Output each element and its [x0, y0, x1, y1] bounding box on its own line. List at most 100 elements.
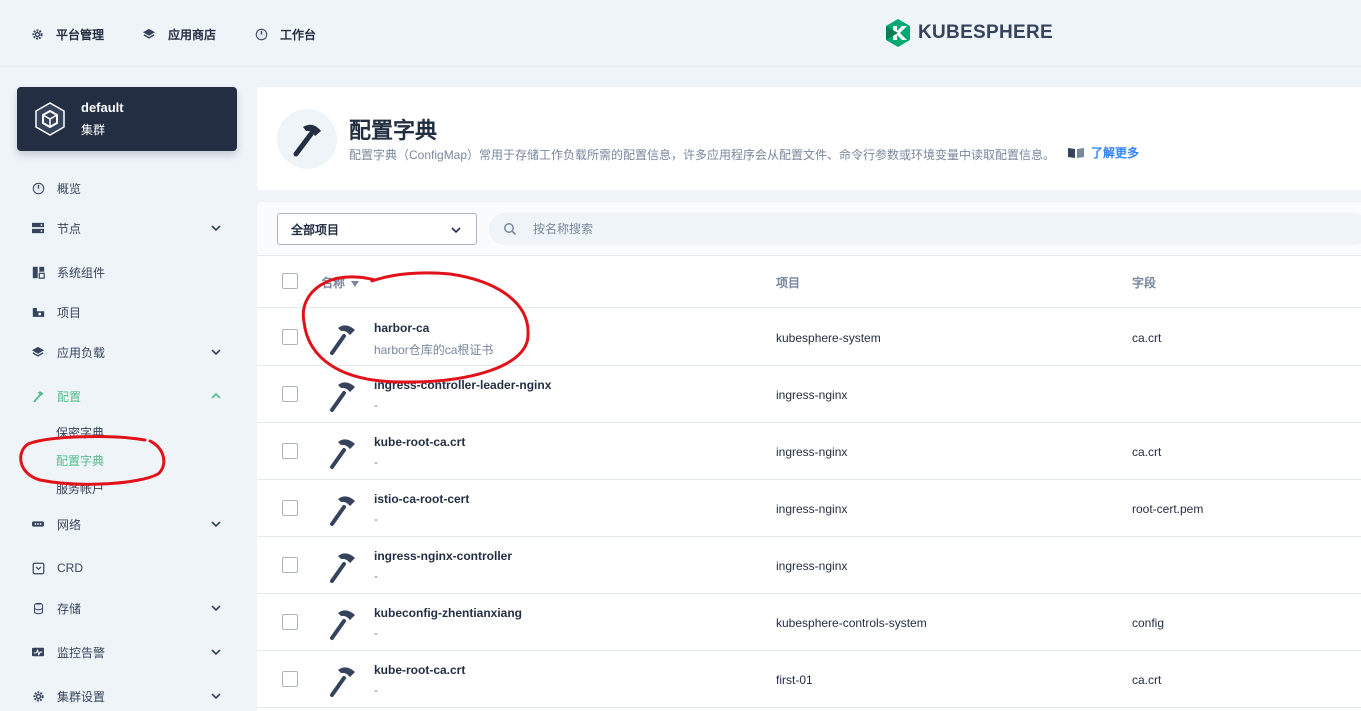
row-checkbox[interactable]: [282, 500, 298, 516]
nav-platform-management[interactable]: 平台管理: [30, 24, 104, 44]
sidebar-item-label: 节点: [57, 221, 82, 236]
logo-text: KUBESPHERE: [918, 22, 1053, 43]
learn-more-link[interactable]: 了解更多: [1067, 144, 1139, 161]
configmap-description: -: [374, 569, 378, 583]
sidebar-subitem-secrets[interactable]: 保密字典: [56, 424, 104, 441]
hammer-icon: [327, 434, 359, 470]
sidebar-subitem-service-accounts[interactable]: 服务帐户: [56, 480, 104, 497]
column-name[interactable]: 名称: [321, 274, 360, 291]
chevron-down-icon: [211, 693, 221, 700]
configmap-project: ingress-nginx: [776, 388, 848, 402]
sidebar-item-nodes[interactable]: 节点: [30, 218, 230, 238]
table-row[interactable]: kube-root-ca.crt - ingress-nginx ca.crt: [257, 423, 1361, 480]
configmap-name-link[interactable]: kubeconfig-zhentianxiang: [374, 606, 522, 620]
configmap-name-link[interactable]: kube-root-ca.crt: [374, 435, 465, 449]
search-bar[interactable]: [489, 213, 1361, 245]
chevron-down-icon: [451, 227, 461, 234]
configmap-field: ca.crt: [1132, 331, 1162, 345]
sidebar-item-cluster-settings[interactable]: 集群设置: [30, 686, 230, 706]
row-checkbox[interactable]: [282, 329, 298, 345]
configmap-project: kubesphere-controls-system: [776, 616, 927, 630]
sidebar-item-system-components[interactable]: 系统组件: [30, 262, 230, 282]
configmap-field: config: [1132, 616, 1165, 630]
configmap-project: ingress-nginx: [776, 502, 848, 516]
row-checkbox[interactable]: [282, 671, 298, 687]
table-toolbar: 全部项目: [257, 202, 1361, 256]
row-checkbox[interactable]: [282, 443, 298, 459]
table-row[interactable]: kubeconfig-zhentianxiang - kubesphere-cont…: [257, 594, 1361, 651]
configmap-name-link[interactable]: istio-ca-root-cert: [374, 492, 469, 506]
nav-app-store[interactable]: 应用商店: [142, 24, 216, 44]
nav-label: 工作台: [280, 27, 317, 42]
sidebar-item-storage[interactable]: 存储: [30, 598, 230, 618]
table-header: 名称 项目 字段: [257, 256, 1361, 308]
server-icon: [30, 221, 46, 235]
book-icon: [1068, 147, 1084, 158]
dashboard-icon: [254, 27, 268, 41]
column-name-label: 名称: [321, 276, 346, 290]
nav-label: 应用商店: [168, 27, 217, 42]
table-row[interactable]: istio-ca-root-cert - ingress-nginx root-cer…: [257, 480, 1361, 537]
configmap-description: -: [374, 683, 378, 697]
gear-icon: [30, 27, 44, 41]
cluster-name: default: [81, 100, 124, 115]
row-checkbox[interactable]: [282, 386, 298, 402]
table-row[interactable]: ingress-nginx-controller - ingress-nginx: [257, 537, 1361, 594]
project-icon: [30, 305, 46, 319]
chevron-down-icon: [211, 349, 221, 356]
sidebar-item-label: 系统组件: [57, 265, 106, 280]
sidebar-item-label: 监控告警: [57, 645, 106, 660]
hammer-icon: [327, 377, 359, 413]
sidebar-item-projects[interactable]: 项目: [30, 302, 230, 322]
chevron-up-icon: [211, 392, 221, 399]
row-checkbox[interactable]: [282, 557, 298, 573]
nav-workbench[interactable]: 工作台: [254, 24, 316, 44]
project-select-value: 全部项目: [291, 222, 340, 237]
sidebar-item-label: 存储: [57, 601, 82, 616]
sidebar-item-label: 配置: [57, 389, 82, 404]
hammer-icon: [327, 548, 359, 584]
configmap-name-link[interactable]: ingress-nginx-controller: [374, 549, 512, 563]
configmap-project: ingress-nginx: [776, 445, 848, 459]
sidebar-item-overview[interactable]: 概览: [30, 178, 230, 198]
network-icon: [30, 517, 46, 531]
sidebar-item-label: 应用负载: [57, 345, 106, 360]
table-row[interactable]: harbor-ca harbor仓库的ca根证书 kubesphere-system…: [257, 309, 1361, 366]
row-checkbox[interactable]: [282, 614, 298, 630]
sidebar-item-network[interactable]: 网络: [30, 514, 230, 534]
layers-icon: [142, 27, 156, 41]
hammer-icon: [327, 320, 359, 356]
configmap-field: root-cert.pem: [1132, 502, 1204, 516]
learn-more-label: 了解更多: [1091, 146, 1140, 160]
project-select[interactable]: 全部项目: [277, 213, 477, 245]
configmap-name-link[interactable]: kube-root-ca.crt: [374, 663, 465, 677]
select-all-checkbox[interactable]: [282, 273, 298, 289]
sidebar-subitem-configmaps[interactable]: 配置字典: [56, 452, 104, 469]
cluster-icon: [35, 102, 65, 136]
configmap-name-link[interactable]: ingress-controller-leader-nginx: [374, 378, 551, 392]
cluster-selector[interactable]: default 集群: [17, 87, 237, 151]
database-icon: [30, 601, 46, 615]
chevron-down-icon: [211, 605, 221, 612]
configmap-project: first-01: [776, 673, 813, 687]
configmap-name-link[interactable]: harbor-ca: [374, 321, 429, 335]
sidebar-item-crd[interactable]: CRD: [30, 558, 230, 578]
sidebar-item-label: CRD: [57, 561, 83, 575]
sidebar-item-configuration[interactable]: 配置: [30, 386, 230, 406]
kubesphere-logo-icon: [886, 19, 910, 47]
configmap-description: -: [374, 455, 378, 469]
column-field: 字段: [1132, 276, 1157, 290]
top-navigation: 平台管理 应用商店 工作台 KUBESPHERE: [0, 0, 1361, 67]
table-row[interactable]: ingress-controller-leader-nginx - ingress-…: [257, 366, 1361, 423]
hammer-icon: [327, 605, 359, 641]
kubesphere-logo[interactable]: KUBESPHERE: [884, 18, 1053, 48]
search-input[interactable]: [533, 222, 1293, 236]
sidebar-item-label: 概览: [57, 181, 82, 196]
sidebar-item-monitoring-alerting[interactable]: 监控告警: [30, 642, 230, 662]
table-row[interactable]: kube-root-ca.crt - first-01 ca.crt: [257, 651, 1361, 708]
chevron-down-icon: [211, 649, 221, 656]
hammer-icon: [277, 109, 337, 169]
nav-label: 平台管理: [56, 27, 105, 42]
configmap-description: harbor仓库的ca根证书: [374, 343, 494, 357]
sidebar-item-workloads[interactable]: 应用负载: [30, 342, 230, 362]
